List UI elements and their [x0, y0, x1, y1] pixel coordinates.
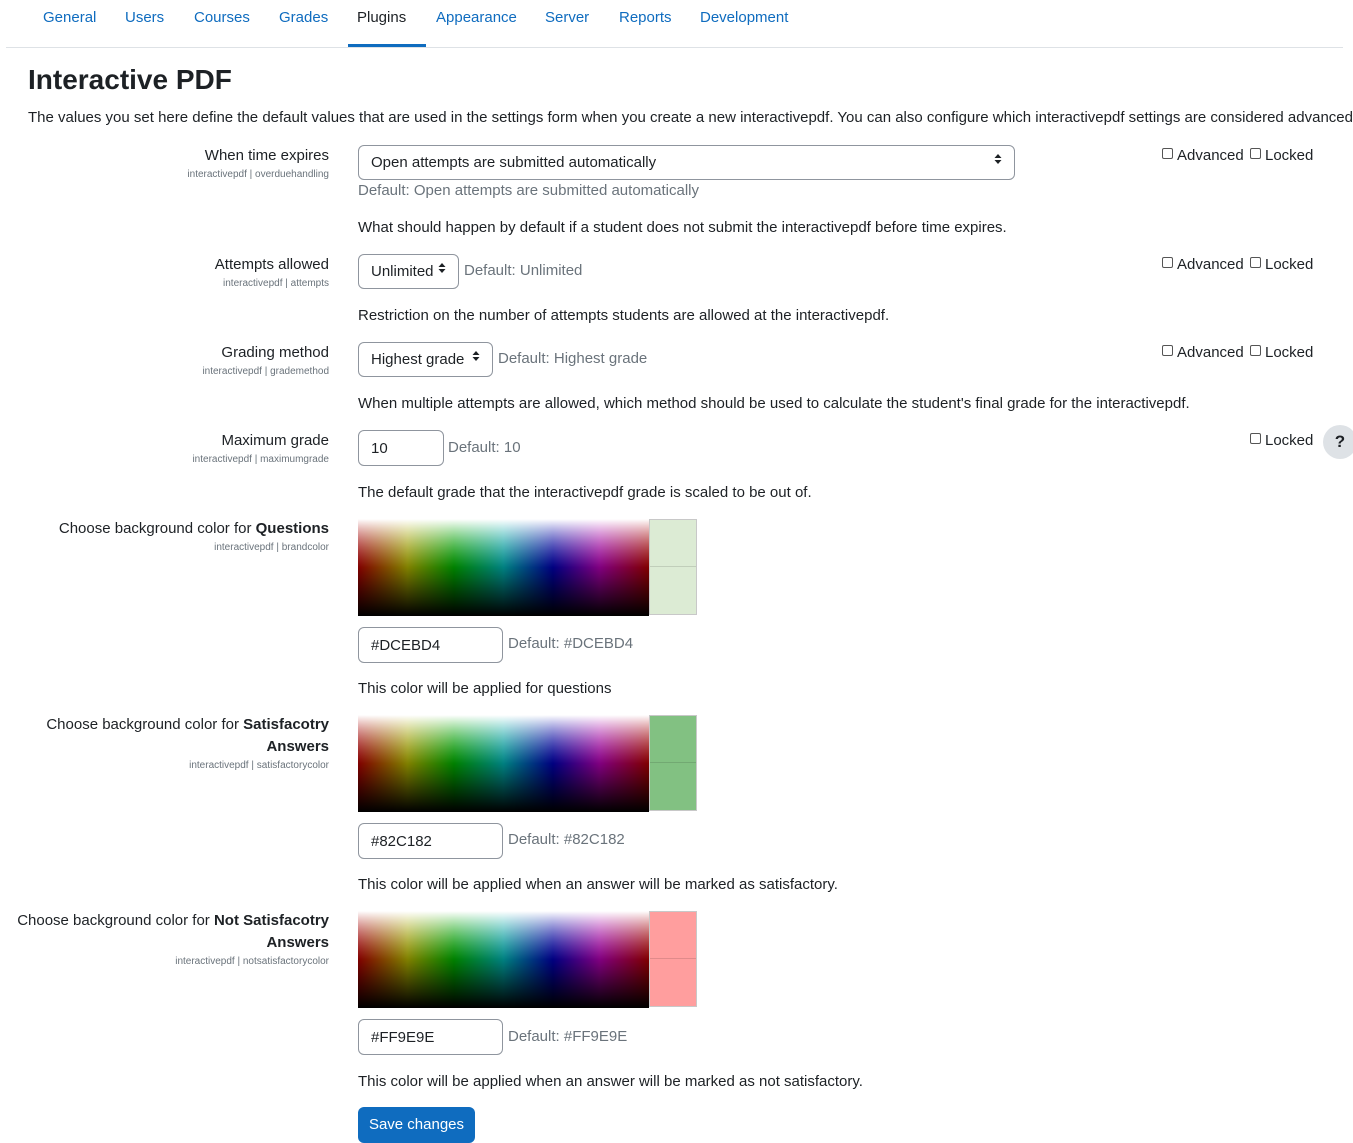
checkbox-icon [1162, 257, 1173, 268]
locked-label: Locked [1265, 432, 1314, 449]
locked-label: Locked [1265, 147, 1314, 164]
grademethod-description: When multiple attempts are allowed, whic… [358, 395, 1190, 412]
notsatisfactory-label: Choose background color for Not Satisfac… [9, 910, 329, 954]
tab-development[interactable]: Development [700, 10, 788, 48]
locked-label: Locked [1265, 344, 1314, 361]
checkbox-icon [1250, 433, 1261, 444]
page-intro: The values you set here define the defau… [28, 109, 1353, 126]
grademethod-sublabel: interactivepdf | grademethod [202, 366, 329, 377]
active-tab-indicator [348, 44, 426, 47]
overdue-locked-checkbox[interactable]: Locked [1250, 147, 1313, 165]
maxgrade-locked-checkbox[interactable]: Locked [1250, 432, 1313, 450]
tab-appearance[interactable]: Appearance [436, 10, 517, 48]
brandcolor-label: Choose background color for Questions [59, 518, 329, 540]
grademethod-select-value: Highest grade [371, 351, 465, 368]
checkbox-icon [1250, 345, 1261, 356]
overdue-select-value: Open attempts are submitted automaticall… [371, 154, 657, 171]
checkbox-icon [1250, 257, 1261, 268]
satisfactory-label: Choose background color for Satisfacotry… [29, 714, 329, 758]
brandcolor-label-prefix: Choose background color for [58, 520, 256, 537]
updown-caret-icon [994, 146, 1002, 179]
locked-label: Locked [1265, 256, 1314, 273]
advanced-label: Advanced [1177, 256, 1244, 273]
maxgrade-default: Default: 10 [448, 439, 521, 456]
notsatisfactory-default: Default: #FF9E9E [508, 1028, 628, 1045]
checkbox-icon [1162, 148, 1173, 159]
notsatisfactory-sublabel: interactivepdf | notsatisfactorycolor [175, 956, 329, 967]
attempts-label: Attempts allowed [214, 256, 329, 273]
satisfactory-label-prefix: Choose background color for [46, 716, 244, 733]
advanced-label: Advanced [1177, 344, 1244, 361]
notsatisfactory-label-bold: Not Satisfacotry [213, 912, 329, 929]
attempts-select-value: Unlimited [371, 263, 434, 280]
notsatisfactory-swatch [649, 911, 697, 1007]
brandcolor-sublabel: interactivepdf | brandcolor [214, 542, 329, 553]
brandcolor-input[interactable] [358, 627, 503, 663]
satisfactory-sublabel: interactivepdf | satisfactorycolor [189, 760, 329, 771]
notsatisfactory-label-prefix: Choose background color for [17, 912, 214, 929]
brandcolor-default: Default: #DCEBD4 [508, 635, 634, 652]
brandcolor-swatch [649, 519, 697, 615]
overdue-default: Default: Open attempts are submitted aut… [358, 182, 700, 199]
checkbox-icon [1162, 345, 1173, 356]
advanced-label: Advanced [1177, 147, 1244, 164]
grademethod-label: Grading method [221, 344, 329, 361]
updown-caret-icon [472, 343, 480, 376]
satisfactory-picker[interactable] [358, 715, 649, 812]
overdue-label: When time expires [204, 147, 329, 164]
attempts-sublabel: interactivepdf | attempts [223, 278, 329, 289]
attempts-default: Default: Unlimited [464, 262, 583, 279]
satisfactory-default: Default: #82C182 [508, 831, 625, 848]
page-title: Interactive PDF [28, 64, 232, 95]
satisfactory-label-bold: Satisfacotry [243, 716, 329, 733]
brandcolor-description: This color will be applied for questions [358, 680, 612, 697]
maxgrade-sublabel: interactivepdf | maximumgrade [192, 454, 329, 465]
overdue-description: What should happen by default if a stude… [358, 219, 1007, 236]
overdue-select[interactable]: Open attempts are submitted automaticall… [358, 145, 1015, 180]
notsatisfactory-label-bold-2: Answers [266, 934, 329, 951]
grademethod-select[interactable]: Highest grade [358, 342, 493, 377]
attempts-locked-checkbox[interactable]: Locked [1250, 256, 1313, 274]
overdue-advanced-checkbox[interactable]: Advanced [1162, 147, 1244, 165]
attempts-description: Restriction on the number of attempts st… [358, 307, 890, 324]
notsatisfactory-input[interactable] [358, 1019, 503, 1055]
grademethod-locked-checkbox[interactable]: Locked [1250, 344, 1313, 362]
tab-server[interactable]: Server [545, 10, 589, 48]
overdue-sublabel: interactivepdf | overduehandling [187, 169, 329, 180]
tab-plugins[interactable]: Plugins [357, 10, 406, 48]
notsatisfactory-picker[interactable] [358, 911, 649, 1008]
grademethod-default: Default: Highest grade [498, 350, 648, 367]
admin-tabs: General Users Courses Grades Plugins App… [6, 0, 1343, 48]
maxgrade-input[interactable] [358, 430, 444, 466]
attempts-select[interactable]: Unlimited [358, 254, 459, 289]
help-button[interactable]: ? [1323, 425, 1353, 459]
tab-courses[interactable]: Courses [194, 10, 250, 48]
updown-caret-icon [438, 255, 446, 288]
tab-grades[interactable]: Grades [279, 10, 328, 48]
attempts-advanced-checkbox[interactable]: Advanced [1162, 256, 1244, 274]
swatch-divider [650, 566, 696, 567]
notsatisfactory-description: This color will be applied when an answe… [358, 1073, 863, 1090]
satisfactory-description: This color will be applied when an answe… [358, 876, 838, 893]
brandcolor-picker[interactable] [358, 519, 649, 616]
satisfactory-label-bold-2: Answers [266, 738, 329, 755]
maxgrade-description: The default grade that the interactivepd… [358, 484, 812, 501]
swatch-divider [650, 762, 696, 763]
tab-general[interactable]: General [43, 10, 96, 48]
swatch-divider [650, 958, 696, 959]
tab-users[interactable]: Users [125, 10, 164, 48]
maxgrade-label: Maximum grade [221, 432, 329, 449]
brandcolor-label-bold: Questions [255, 520, 329, 537]
grademethod-advanced-checkbox[interactable]: Advanced [1162, 344, 1244, 362]
checkbox-icon [1250, 148, 1261, 159]
satisfactory-swatch [649, 715, 697, 811]
tab-reports[interactable]: Reports [619, 10, 672, 48]
satisfactory-input[interactable] [358, 823, 503, 859]
